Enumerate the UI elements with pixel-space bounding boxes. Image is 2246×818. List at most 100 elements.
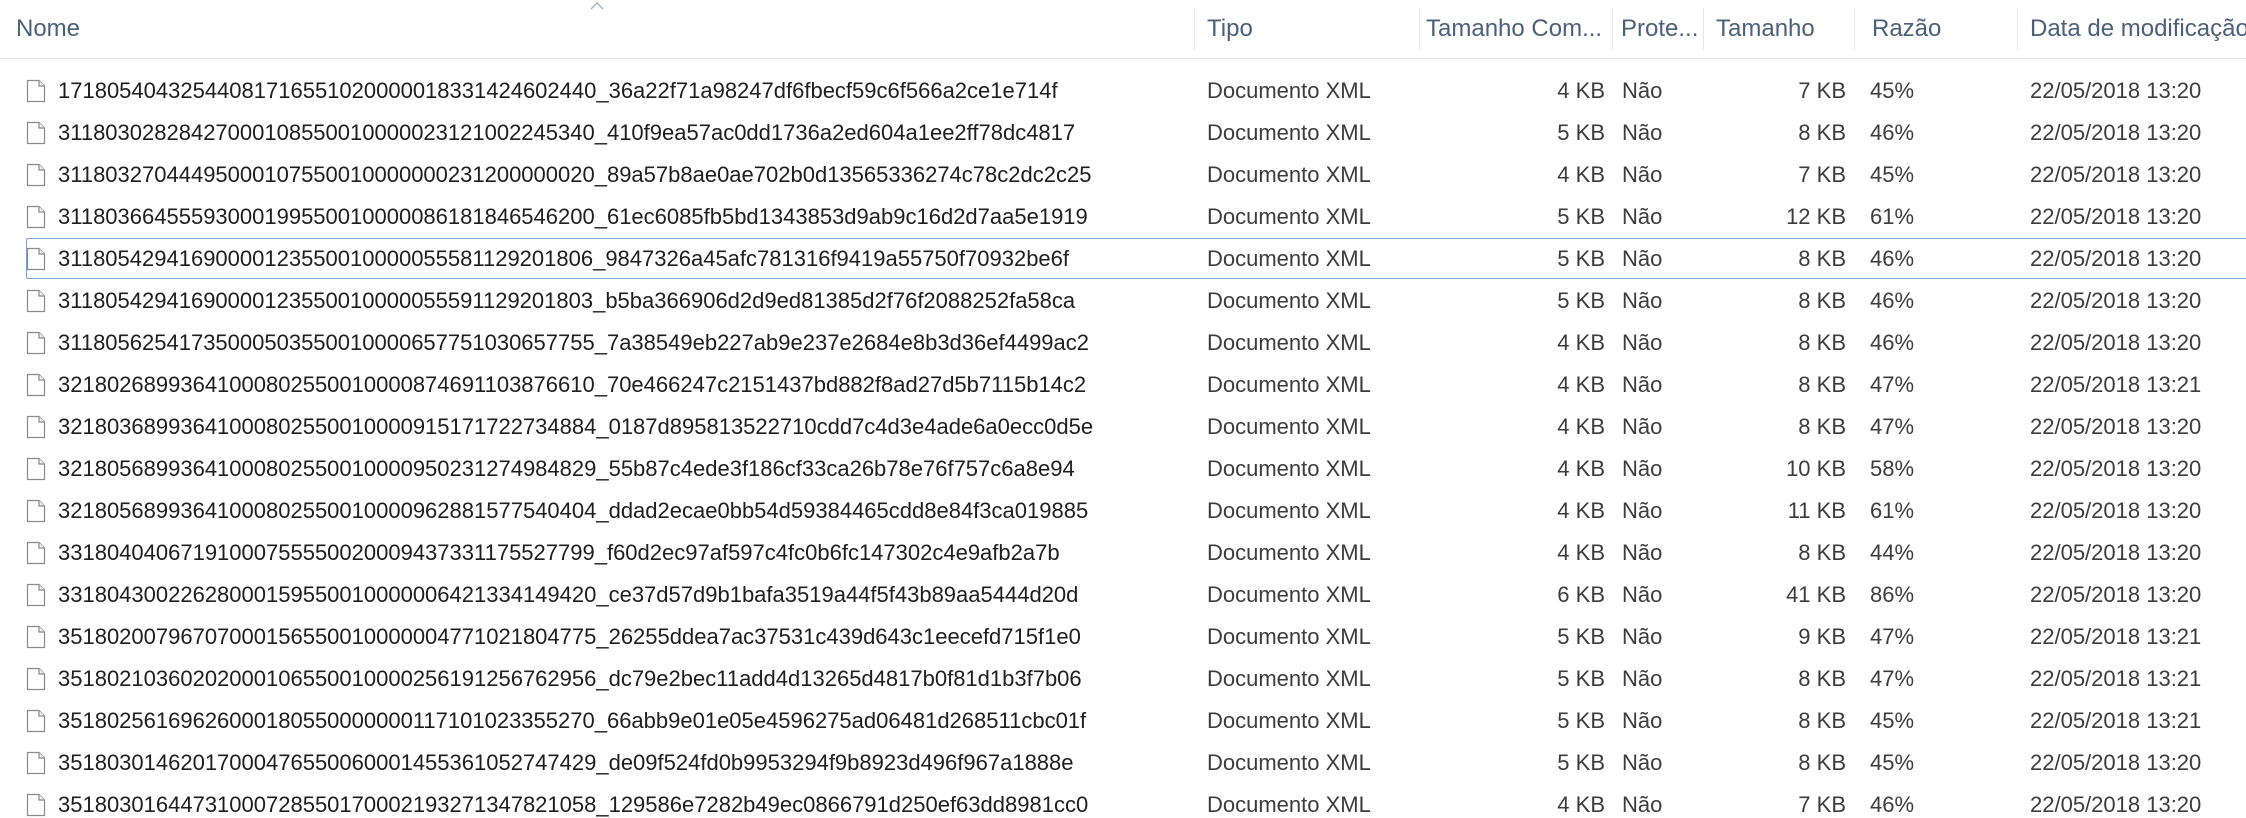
column-divider[interactable]: [2017, 8, 2018, 50]
file-row[interactable]: 3218036899364100080255001000091517172273…: [0, 406, 2246, 448]
column-header-protected[interactable]: Prote...: [1621, 0, 1701, 58]
file-name: 3218056899364100080255001000096288157754…: [58, 498, 1089, 523]
compressed-size: 5 KB: [1557, 120, 1605, 145]
protected-status: Não: [1622, 498, 1663, 523]
compressed-size: 4 KB: [1557, 414, 1605, 439]
file-row[interactable]: 3518025616962600018055000000011710102335…: [0, 700, 2246, 742]
modified-date: 22/05/2018 13:20: [2030, 78, 2202, 103]
file-row[interactable]: 3518020079670700015655001000000477102180…: [0, 616, 2246, 658]
compression-ratio: 46%: [1870, 246, 1915, 271]
file-row[interactable]: 3118054294169000012355001000005559112920…: [0, 280, 2246, 322]
file-size: 8 KB: [1798, 666, 1846, 691]
file-name: 3118036645559300019955001000008618184654…: [58, 204, 1088, 229]
file-name: 3218056899364100080255001000095023127498…: [58, 456, 1075, 481]
file-rows: 1718054043254408171655102000001833142460…: [0, 70, 2246, 818]
xml-file-icon: [26, 625, 46, 649]
file-type: Documento XML: [1207, 624, 1371, 649]
file-name: 3118054294169000012355001000005558112920…: [58, 246, 1070, 271]
protected-status: Não: [1622, 204, 1663, 229]
file-name: 3218026899364100080255001000087469110387…: [58, 372, 1087, 397]
column-divider[interactable]: [1419, 8, 1420, 50]
xml-file-icon: [26, 373, 46, 397]
xml-file-icon: [26, 709, 46, 733]
file-row[interactable]: 3118054294169000012355001000005558112920…: [0, 238, 2246, 280]
modified-date: 22/05/2018 13:20: [2030, 162, 2202, 187]
modified-date: 22/05/2018 13:21: [2030, 624, 2202, 649]
column-divider[interactable]: [1703, 8, 1704, 50]
column-header-ratio[interactable]: Razão: [1872, 0, 2012, 58]
file-type: Documento XML: [1207, 582, 1371, 607]
file-size: 10 KB: [1786, 456, 1846, 481]
compressed-size: 5 KB: [1557, 750, 1605, 775]
modified-date: 22/05/2018 13:21: [2030, 666, 2202, 691]
compression-ratio: 47%: [1870, 372, 1915, 397]
xml-file-icon: [26, 499, 46, 523]
file-size: 8 KB: [1798, 750, 1846, 775]
compressed-size: 4 KB: [1557, 498, 1605, 523]
compressed-size: 5 KB: [1557, 204, 1605, 229]
file-row[interactable]: 3518030146201700047655006000145536105274…: [0, 742, 2246, 784]
modified-date: 22/05/2018 13:21: [2030, 708, 2202, 733]
file-size: 8 KB: [1798, 288, 1846, 313]
file-row[interactable]: 1718054043254408171655102000001833142460…: [0, 70, 2246, 112]
column-header-modified[interactable]: Data de modificação: [2030, 0, 2246, 58]
file-row[interactable]: 3118032704449500010755001000000023120000…: [0, 154, 2246, 196]
column-divider[interactable]: [1854, 8, 1855, 50]
compression-ratio: 46%: [1870, 120, 1915, 145]
compression-ratio: 61%: [1870, 204, 1915, 229]
file-type: Documento XML: [1207, 372, 1371, 397]
compression-ratio: 47%: [1870, 624, 1915, 649]
protected-status: Não: [1622, 582, 1663, 607]
file-row[interactable]: 3318043002262800015955001000000642133414…: [0, 574, 2246, 616]
compressed-size: 4 KB: [1557, 792, 1605, 817]
protected-status: Não: [1622, 162, 1663, 187]
protected-status: Não: [1622, 750, 1663, 775]
file-name: 3518025616962600018055000000011710102335…: [58, 708, 1087, 733]
protected-status: Não: [1622, 792, 1663, 817]
modified-date: 22/05/2018 13:20: [2030, 288, 2202, 313]
column-divider[interactable]: [1612, 8, 1613, 50]
xml-file-icon: [26, 247, 46, 271]
file-name: 3118030282842700010855001000002312100224…: [58, 120, 1076, 145]
compression-ratio: 61%: [1870, 498, 1915, 523]
file-size: 8 KB: [1798, 708, 1846, 733]
file-row[interactable]: 3218056899364100080255001000096288157754…: [0, 490, 2246, 532]
file-type: Documento XML: [1207, 162, 1371, 187]
file-row[interactable]: 3118036645559300019955001000008618184654…: [0, 196, 2246, 238]
xml-file-icon: [26, 163, 46, 187]
column-header-type[interactable]: Tipo: [1207, 0, 1407, 58]
compression-ratio: 45%: [1870, 750, 1915, 775]
file-row[interactable]: 3118030282842700010855001000002312100224…: [0, 112, 2246, 154]
file-size: 12 KB: [1786, 204, 1846, 229]
file-size: 8 KB: [1798, 414, 1846, 439]
file-type: Documento XML: [1207, 540, 1371, 565]
protected-status: Não: [1622, 708, 1663, 733]
modified-date: 22/05/2018 13:21: [2030, 372, 2202, 397]
column-divider[interactable]: [1194, 8, 1195, 50]
protected-status: Não: [1622, 246, 1663, 271]
column-header-size[interactable]: Tamanho: [1716, 0, 1866, 58]
file-row[interactable]: 3518030164473100072855017000219327134782…: [0, 784, 2246, 818]
modified-date: 22/05/2018 13:20: [2030, 792, 2202, 817]
compressed-size: 4 KB: [1557, 540, 1605, 565]
file-row[interactable]: 3218026899364100080255001000087469110387…: [0, 364, 2246, 406]
file-row[interactable]: 3318040406719100075555002000943733117552…: [0, 532, 2246, 574]
protected-status: Não: [1622, 288, 1663, 313]
file-row[interactable]: 3218056899364100080255001000095023127498…: [0, 448, 2246, 490]
file-type: Documento XML: [1207, 750, 1371, 775]
file-row[interactable]: 3518021036020200010655001000025619125676…: [0, 658, 2246, 700]
file-type: Documento XML: [1207, 414, 1371, 439]
xml-file-icon: [26, 793, 46, 817]
compressed-size: 4 KB: [1557, 78, 1605, 103]
protected-status: Não: [1622, 624, 1663, 649]
compression-ratio: 58%: [1870, 456, 1915, 481]
file-name: 3518021036020200010655001000025619125676…: [58, 666, 1082, 691]
file-size: 8 KB: [1798, 120, 1846, 145]
column-header-name[interactable]: Nome: [16, 0, 1186, 58]
column-header-compressed-size[interactable]: Tamanho Com...: [1426, 0, 1612, 58]
file-size: 8 KB: [1798, 540, 1846, 565]
column-header-bar: Nome Tipo Tamanho Com... Prote... Tamanh…: [0, 0, 2246, 59]
file-row[interactable]: 3118056254173500050355001000065775103065…: [0, 322, 2246, 364]
file-size: 41 KB: [1786, 582, 1846, 607]
protected-status: Não: [1622, 78, 1663, 103]
